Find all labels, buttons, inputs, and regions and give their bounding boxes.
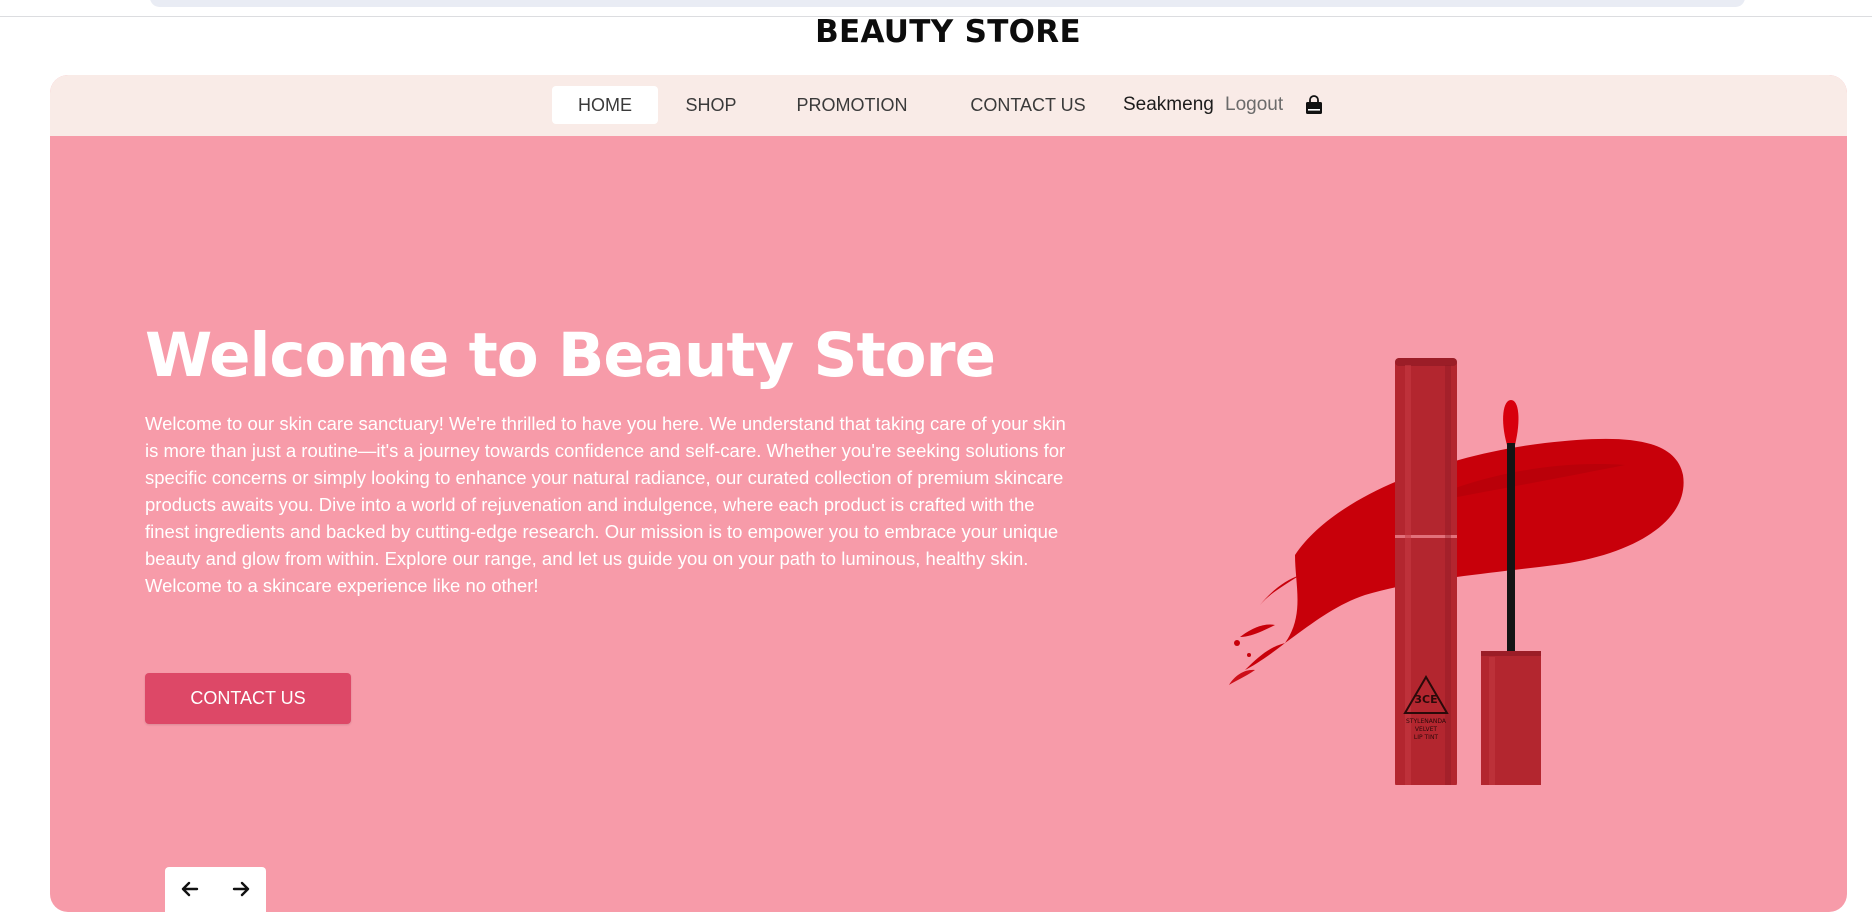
nav-shop[interactable]: SHOP bbox=[676, 86, 746, 124]
contact-us-button[interactable]: CONTACT US bbox=[145, 673, 351, 724]
arrow-left-icon[interactable] bbox=[179, 878, 201, 900]
hero-description: Welcome to our skin care sanctuary! We'r… bbox=[145, 413, 1066, 596]
nav-contact-us[interactable]: CONTACT US bbox=[947, 86, 1109, 124]
shopping-bag-icon[interactable] bbox=[1303, 94, 1325, 116]
slider-controls bbox=[165, 867, 266, 912]
address-bar-edge bbox=[150, 0, 1745, 7]
bottle-label-line1: STYLENANDA bbox=[1406, 718, 1447, 725]
lip-tint-product-image: 3CE STYLENANDA VELVET LIP TINT bbox=[1215, 325, 1685, 789]
arrow-right-icon[interactable] bbox=[230, 878, 252, 900]
bottle-label-line2: VELVET bbox=[1415, 726, 1437, 733]
nav-promotion[interactable]: PROMOTION bbox=[777, 86, 927, 124]
lip-tint-bottle: 3CE STYLENANDA VELVET LIP TINT bbox=[1395, 358, 1457, 788]
bottle-label-line3: LIP TINT bbox=[1414, 734, 1439, 741]
navbar: HOME SHOP PROMOTION CONTACT US Seakmeng … bbox=[50, 75, 1847, 136]
site-title: BEAUTY STORE bbox=[815, 14, 1081, 50]
user-name: Seakmeng bbox=[1123, 94, 1214, 115]
hero-card: HOME SHOP PROMOTION CONTACT US Seakmeng … bbox=[50, 75, 1847, 912]
nav-home[interactable]: HOME bbox=[552, 86, 658, 124]
bottle-brand: 3CE bbox=[1414, 693, 1437, 706]
hero-title: Welcome to Beauty Store bbox=[145, 320, 996, 391]
logout-link[interactable]: Logout bbox=[1225, 86, 1283, 124]
